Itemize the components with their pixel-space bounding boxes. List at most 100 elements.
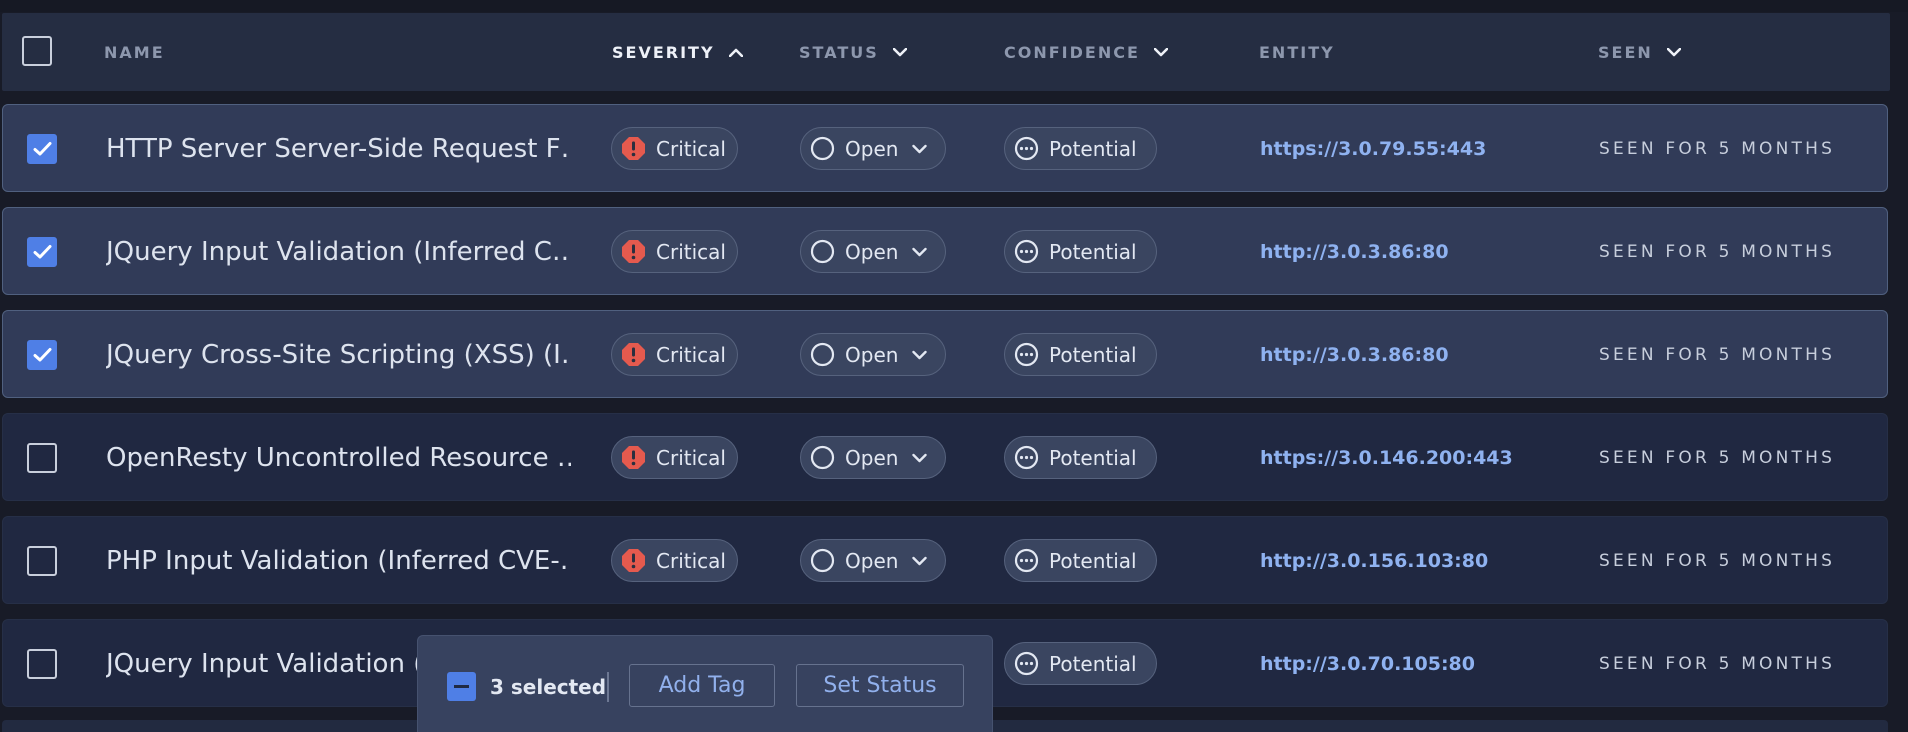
open-circle-icon [810, 136, 835, 161]
severity-label: Critical [656, 548, 726, 573]
more-dots-icon [1014, 445, 1039, 470]
seen-duration: SEEN FOR 5 MONTHS [1599, 448, 1836, 468]
status-label: Open [845, 548, 899, 573]
status-label: Open [845, 342, 899, 367]
severity-label: Critical [656, 136, 726, 161]
add-tag-button[interactable]: Add Tag [629, 664, 775, 707]
confidence-label: Potential [1049, 445, 1137, 470]
row-checkbox[interactable] [27, 546, 57, 576]
chevron-down-icon [892, 47, 907, 56]
severity-label: Critical [656, 239, 726, 264]
row-checkbox[interactable] [27, 649, 57, 679]
finding-name[interactable]: HTTP Server Server-Side Request F… [106, 105, 571, 193]
finding-name[interactable]: PHP Input Validation (Inferred CVE-… [106, 517, 571, 605]
chevron-down-icon [912, 144, 928, 153]
row-checkbox[interactable] [27, 443, 57, 473]
chevron-down-icon [912, 556, 928, 565]
finding-name[interactable]: JQuery Input Validation (Inferred C… [106, 208, 571, 296]
column-header-status[interactable]: STATUS [799, 13, 907, 91]
confidence-badge: Potential [1004, 539, 1157, 582]
column-header-entity[interactable]: ENTITY [1259, 13, 1335, 91]
confidence-badge: Potential [1004, 333, 1157, 376]
severity-label: Critical [656, 445, 726, 470]
status-label: Open [845, 445, 899, 470]
confidence-label: Potential [1049, 651, 1137, 676]
status-dropdown[interactable]: Open [800, 333, 946, 376]
table-row[interactable]: JQuery Cross-Site Scripting (XSS) (I… Cr… [2, 310, 1888, 398]
critical-alert-icon [622, 343, 645, 366]
table-row[interactable]: JQuery Input Validation (Inferred C… Cri… [2, 207, 1888, 295]
finding-name[interactable]: JQuery Cross-Site Scripting (XSS) (I… [106, 311, 571, 399]
severity-badge: Critical [611, 230, 738, 273]
confidence-label: Potential [1049, 342, 1137, 367]
confidence-badge: Potential [1004, 436, 1157, 479]
more-dots-icon [1014, 136, 1039, 161]
critical-alert-icon [622, 137, 645, 160]
table-row[interactable]: OpenResty Uncontrolled Resource … Critic… [2, 413, 1888, 501]
chevron-down-icon [912, 453, 928, 462]
row-checkbox[interactable] [27, 340, 57, 370]
confidence-badge: Potential [1004, 642, 1157, 685]
column-header-seen[interactable]: SEEN [1598, 13, 1681, 91]
table-header: NAME SEVERITY STATUS CONFIDENCE ENTITY S… [2, 13, 1890, 91]
checkmark-icon [33, 245, 52, 259]
open-circle-icon [810, 548, 835, 573]
open-circle-icon [810, 445, 835, 470]
critical-alert-icon [622, 446, 645, 469]
severity-badge: Critical [611, 333, 738, 376]
more-dots-icon [1014, 651, 1039, 676]
entity-link[interactable]: https://3.0.79.55:443 [1260, 105, 1486, 193]
status-dropdown[interactable]: Open [800, 539, 946, 582]
column-header-name[interactable]: NAME [104, 13, 165, 91]
top-strip [0, 0, 1908, 12]
confidence-badge: Potential [1004, 230, 1157, 273]
deselect-all-checkbox[interactable] [447, 672, 476, 701]
entity-link[interactable]: http://3.0.70.105:80 [1260, 620, 1475, 708]
column-header-label: SEEN [1598, 42, 1653, 62]
seen-duration: SEEN FOR 5 MONTHS [1599, 654, 1836, 674]
open-circle-icon [810, 342, 835, 367]
set-status-button[interactable]: Set Status [796, 664, 964, 707]
chevron-down-icon [912, 247, 928, 256]
chevron-down-icon [912, 350, 928, 359]
table-row[interactable]: HTTP Server Server-Side Request F… Criti… [2, 104, 1888, 192]
row-checkbox[interactable] [27, 134, 57, 164]
severity-badge: Critical [611, 539, 738, 582]
chevron-up-icon [728, 48, 743, 57]
chevron-down-icon [1666, 47, 1681, 56]
select-all-checkbox[interactable] [22, 36, 52, 66]
seen-duration: SEEN FOR 5 MONTHS [1599, 139, 1836, 159]
bulk-action-bar: 3 selected Add Tag Set Status [417, 635, 993, 732]
critical-alert-icon [622, 549, 645, 572]
entity-link[interactable]: http://3.0.156.103:80 [1260, 517, 1488, 605]
column-header-severity[interactable]: SEVERITY [612, 13, 743, 91]
severity-badge: Critical [611, 127, 738, 170]
column-header-label: ENTITY [1259, 42, 1335, 62]
checkmark-icon [33, 142, 52, 156]
status-dropdown[interactable]: Open [800, 436, 946, 479]
entity-link[interactable]: http://3.0.3.86:80 [1260, 311, 1449, 399]
entity-link[interactable]: https://3.0.146.200:443 [1260, 414, 1513, 502]
column-header-confidence[interactable]: CONFIDENCE [1004, 13, 1168, 91]
column-header-label: NAME [104, 42, 165, 62]
row-checkbox[interactable] [27, 237, 57, 267]
column-header-label: CONFIDENCE [1004, 42, 1140, 62]
divider [607, 672, 609, 702]
column-header-label: STATUS [799, 42, 879, 62]
open-circle-icon [810, 239, 835, 264]
confidence-label: Potential [1049, 136, 1137, 161]
seen-duration: SEEN FOR 5 MONTHS [1599, 345, 1836, 365]
entity-link[interactable]: http://3.0.3.86:80 [1260, 208, 1449, 296]
confidence-label: Potential [1049, 239, 1137, 264]
chevron-down-icon [1153, 47, 1168, 56]
table-row[interactable]: PHP Input Validation (Inferred CVE-… Cri… [2, 516, 1888, 604]
severity-badge: Critical [611, 436, 738, 479]
finding-name[interactable]: OpenResty Uncontrolled Resource … [106, 414, 571, 502]
more-dots-icon [1014, 342, 1039, 367]
confidence-label: Potential [1049, 548, 1137, 573]
checkmark-icon [33, 348, 52, 362]
status-dropdown[interactable]: Open [800, 230, 946, 273]
severity-label: Critical [656, 342, 726, 367]
confidence-badge: Potential [1004, 127, 1157, 170]
status-dropdown[interactable]: Open [800, 127, 946, 170]
